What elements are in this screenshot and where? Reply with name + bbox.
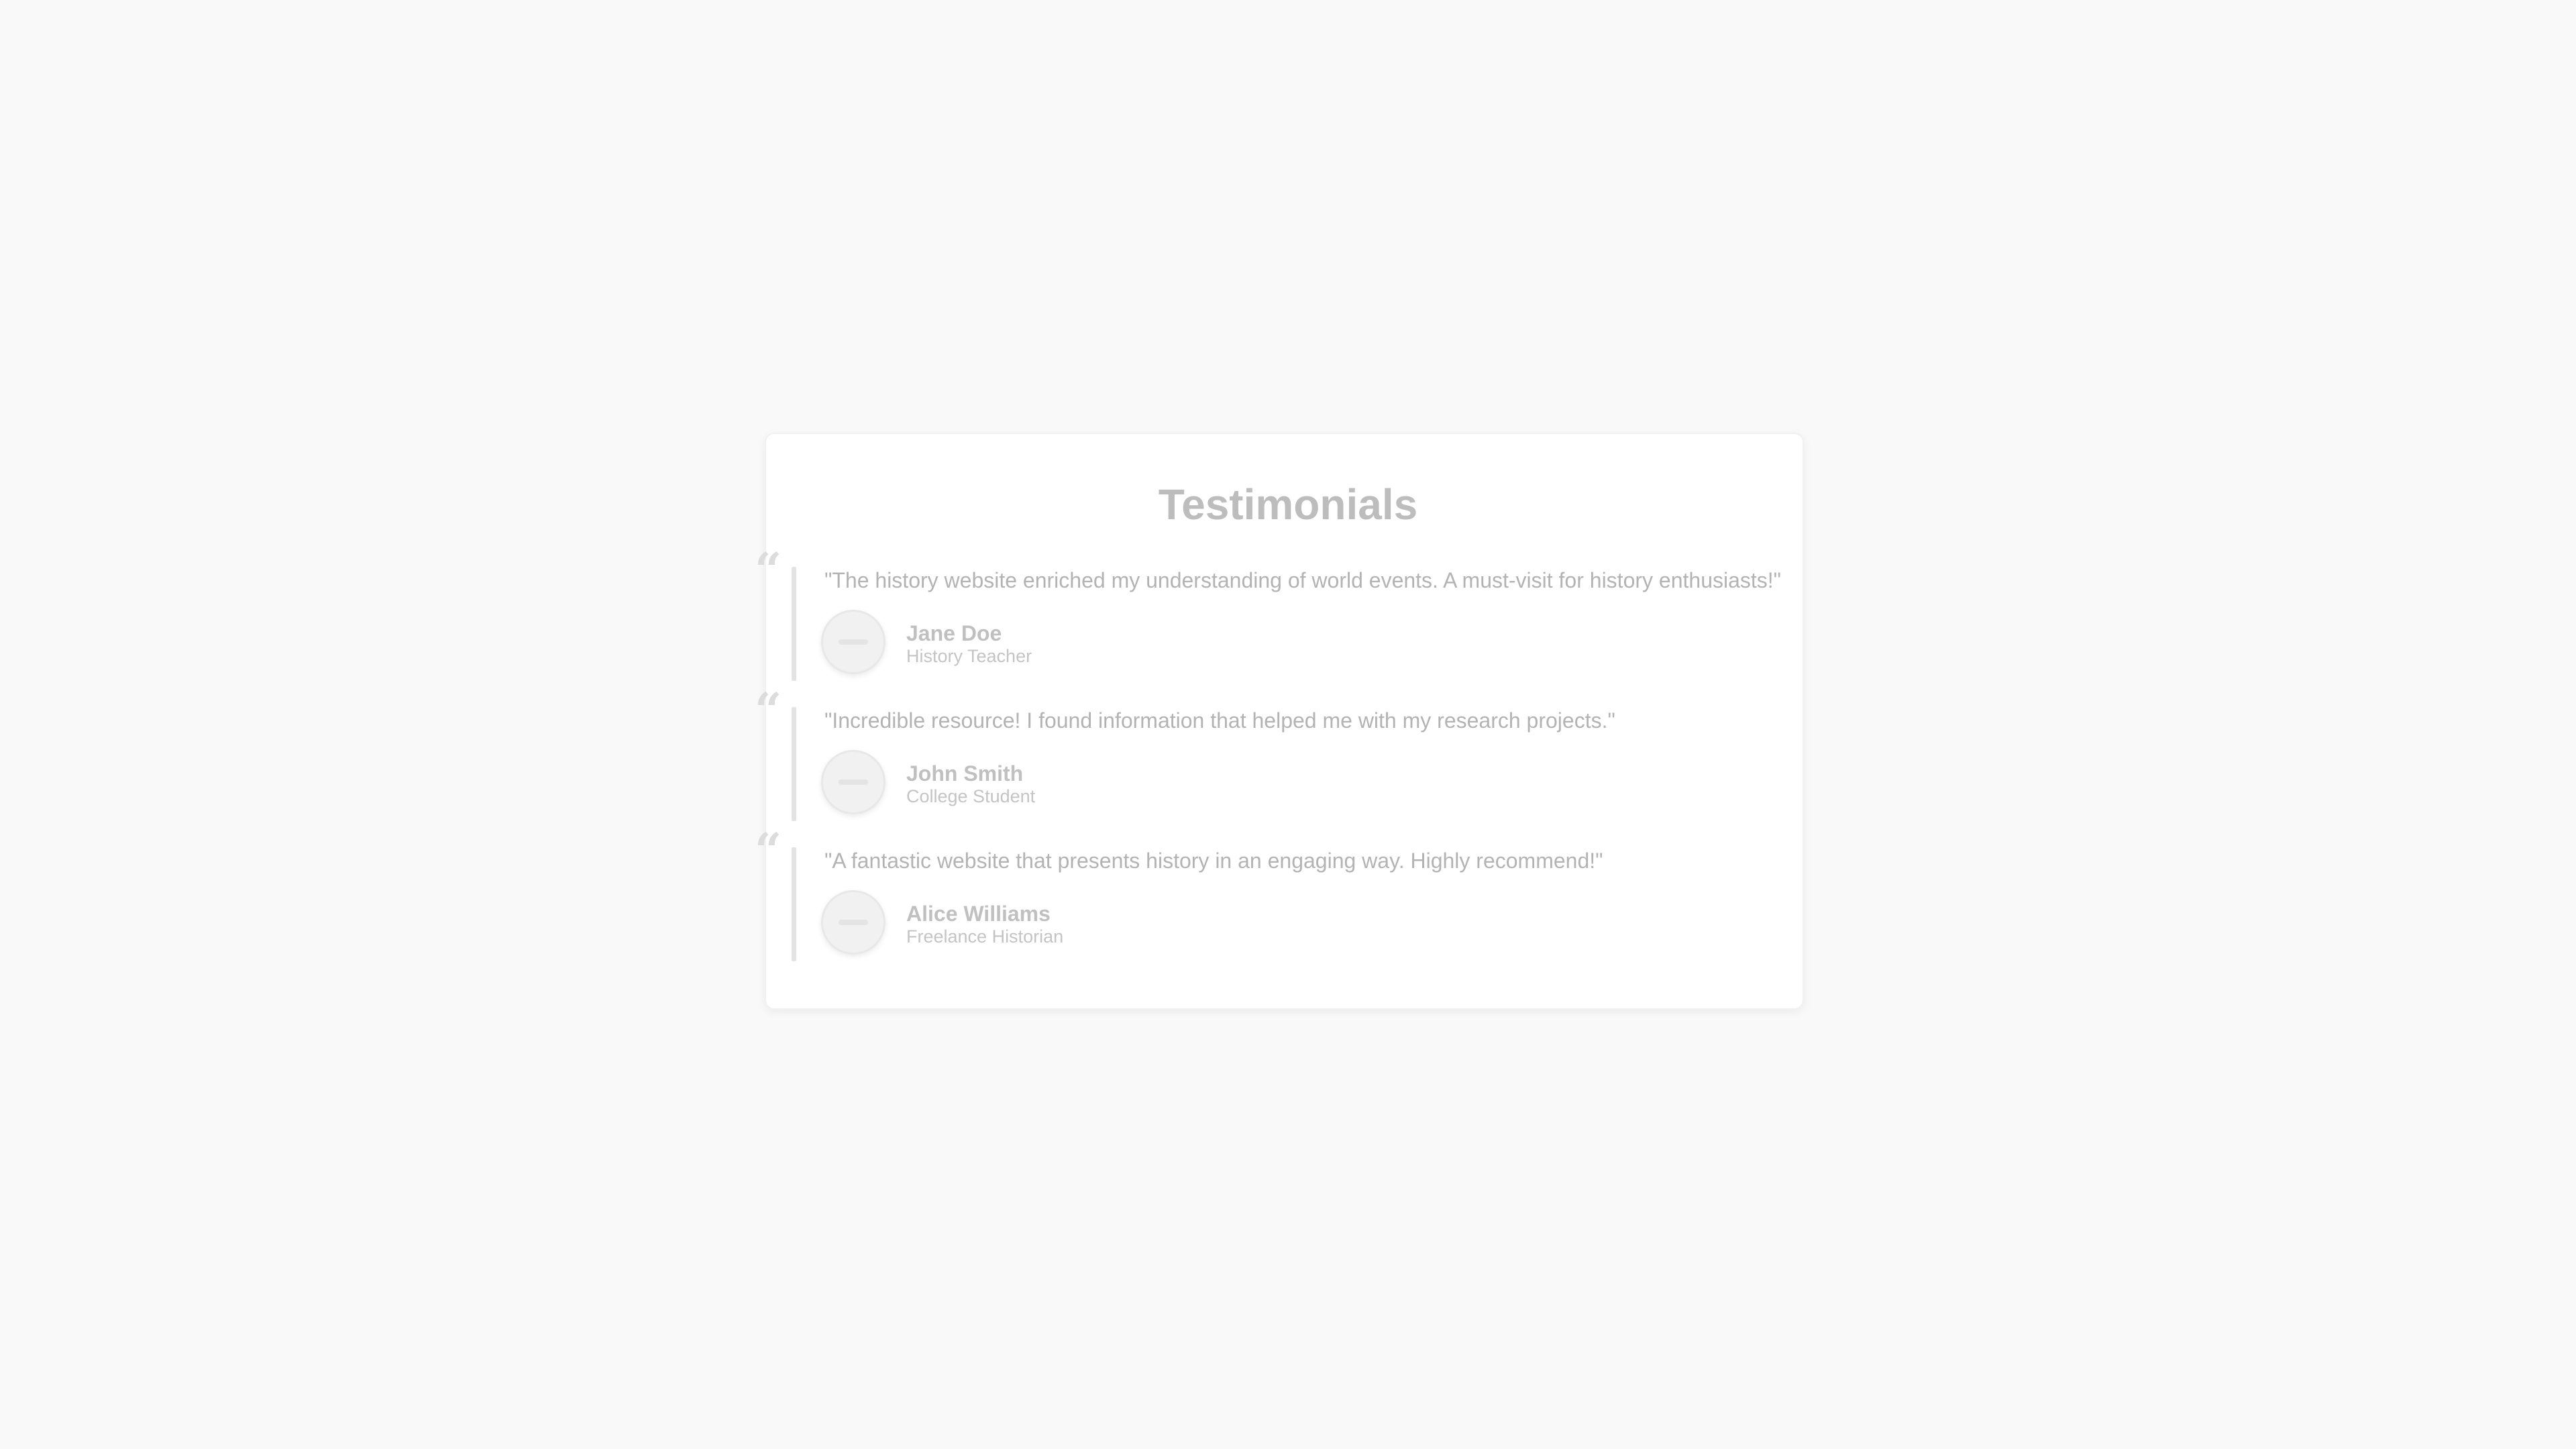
avatar <box>821 750 885 814</box>
quote-icon: “ <box>755 822 782 878</box>
author-role: History Teacher <box>906 646 1032 667</box>
testimonial-item: “ "A fantastic website that presents his… <box>755 827 1798 961</box>
testimonial-item: “ "The history website enriched my under… <box>755 547 1798 681</box>
accent-bar <box>792 707 796 821</box>
testimonial-author: Jane Doe History Teacher <box>906 621 1032 667</box>
author-role: Freelance Historian <box>906 926 1064 947</box>
testimonial-quote: "A fantastic website that presents histo… <box>824 849 1603 873</box>
testimonial-author: John Smith College Student <box>906 761 1036 808</box>
author-name: Jane Doe <box>906 621 1002 645</box>
author-role: College Student <box>906 786 1036 807</box>
testimonial-item: “ "Incredible resource! I found informat… <box>755 687 1798 821</box>
avatar <box>821 610 885 674</box>
avatar-placeholder-icon <box>839 639 868 645</box>
avatar-placeholder-icon <box>839 920 868 925</box>
author-name: John Smith <box>906 761 1024 786</box>
accent-bar <box>792 847 796 961</box>
avatar <box>821 890 885 955</box>
quote-icon: “ <box>755 682 782 738</box>
avatar-placeholder-icon <box>839 780 868 785</box>
author-name: Alice Williams <box>906 902 1051 926</box>
testimonial-quote: "The history website enriched my underst… <box>824 568 1782 592</box>
page-title: Testimonials <box>1158 480 1418 529</box>
accent-bar <box>792 567 796 681</box>
testimonial-author: Alice Williams Freelance Historian <box>906 902 1063 948</box>
quote-icon: “ <box>755 542 782 598</box>
testimonial-quote: "Incredible resource! I found informatio… <box>824 708 1615 733</box>
